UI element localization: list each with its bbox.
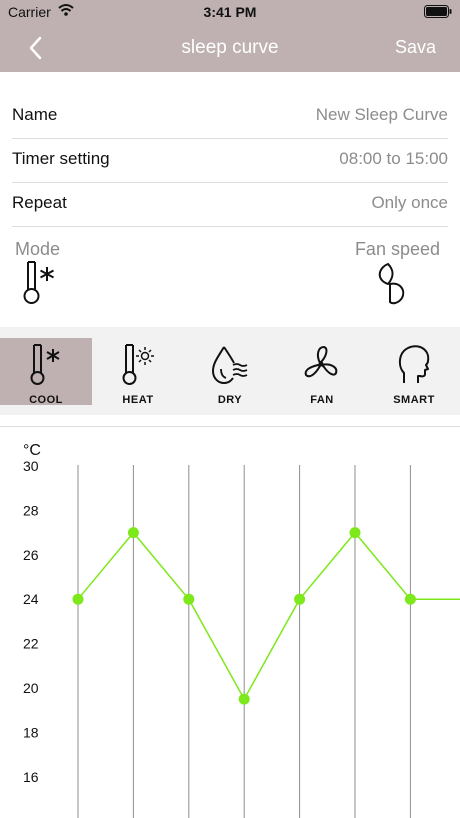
- current-mode-button[interactable]: [16, 260, 60, 311]
- y-tick-label: 24: [23, 591, 39, 607]
- unit-label: °C: [23, 442, 41, 459]
- thermometer-snowflake-icon: [30, 344, 60, 385]
- droplet-waves-icon: [211, 346, 248, 385]
- status-time: 3:41 PM: [203, 4, 257, 20]
- sleep-curve-chart[interactable]: °C 30 28 26 24 22 20 18 16: [0, 427, 460, 818]
- status-bar: Carrier 3:41 PM: [0, 0, 460, 24]
- data-point[interactable]: [349, 527, 361, 539]
- name-value[interactable]: New Sleep Curve: [316, 105, 448, 125]
- data-point[interactable]: [404, 593, 416, 605]
- mode-heat-label: HEAT: [122, 394, 154, 406]
- name-label: Name: [12, 105, 58, 124]
- y-tick-label: 20: [23, 680, 39, 696]
- page-title: sleep curve: [181, 37, 279, 58]
- vertical-grid: [77, 465, 411, 818]
- name-row[interactable]: Name New Sleep Curve: [12, 94, 448, 139]
- mode-label: Mode: [15, 239, 61, 259]
- data-point[interactable]: [183, 593, 195, 605]
- mode-dry-button[interactable]: DRY: [184, 327, 276, 415]
- fan-icon: [304, 346, 338, 378]
- timer-setting-label: Timer setting: [12, 149, 110, 168]
- head-profile-icon: [398, 345, 430, 383]
- mode-dry-label: DRY: [217, 394, 243, 406]
- repeat-label: Repeat: [12, 193, 67, 212]
- data-point[interactable]: [127, 527, 139, 539]
- y-axis-ticks: 30 28 26 24 22 20 18 16: [23, 458, 39, 785]
- data-point[interactable]: [294, 593, 306, 605]
- mode-smart-button[interactable]: SMART: [368, 327, 460, 415]
- y-tick-label: 16: [23, 769, 39, 785]
- y-tick-label: 22: [23, 636, 39, 652]
- fan-speed-label: Fan speed: [354, 239, 440, 259]
- repeat-row[interactable]: Repeat Only once: [12, 182, 448, 227]
- curve-line: [77, 531, 460, 701]
- series-line: [77, 531, 460, 701]
- mode-smart-label: SMART: [393, 394, 435, 406]
- y-tick-label: 26: [23, 547, 39, 563]
- thermometer-snowflake-icon: [23, 261, 54, 304]
- mode-heat-button[interactable]: HEAT: [92, 327, 184, 415]
- mode-cool-button[interactable]: COOL: [0, 327, 92, 415]
- timer-setting-row[interactable]: Timer setting 08:00 to 15:00: [12, 138, 448, 183]
- thermometer-sun-icon: [122, 344, 154, 385]
- y-tick-label: 28: [23, 502, 39, 518]
- y-tick-label: 30: [23, 458, 39, 474]
- fan-speed-icon: [378, 262, 405, 305]
- save-button[interactable]: Sava: [395, 37, 436, 58]
- y-tick-label: 18: [23, 724, 39, 740]
- mode-cool-label: COOL: [29, 394, 63, 406]
- mode-selector: COOL HEAT DRY FAN SMART: [0, 327, 460, 415]
- navigation-bar: sleep curve Sava: [0, 24, 460, 72]
- mode-fan-label: FAN: [310, 394, 334, 406]
- battery-icon: [424, 5, 452, 23]
- timer-setting-value[interactable]: 08:00 to 15:00: [339, 149, 448, 169]
- mode-fan-button[interactable]: FAN: [276, 327, 368, 415]
- repeat-value[interactable]: Only once: [371, 193, 448, 213]
- data-point[interactable]: [72, 593, 84, 605]
- fan-speed-button[interactable]: [374, 260, 410, 311]
- data-point[interactable]: [238, 693, 250, 705]
